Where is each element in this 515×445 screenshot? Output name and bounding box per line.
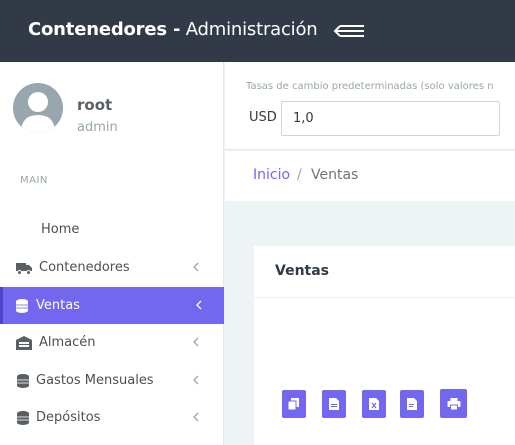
sidebar-item-label: Gastos Mensuales (36, 373, 154, 388)
user-role: admin (77, 120, 118, 135)
chevron-left-icon (190, 410, 202, 424)
ventas-card: Ventas (254, 246, 515, 445)
user-name[interactable]: root (77, 96, 112, 114)
sidebar-item-contenedores[interactable]: Contenedores (0, 249, 224, 286)
user-avatar-icon[interactable] (13, 83, 63, 133)
sidebar-item-home[interactable]: Home (0, 211, 224, 248)
breadcrumb-current: Ventas (311, 167, 359, 183)
chevron-left-icon (190, 335, 202, 349)
chevron-left-icon (190, 373, 202, 387)
app-title-bold: Contenedores - (28, 19, 181, 40)
sidebar-item-label: Ventas (36, 298, 80, 313)
card-title: Ventas (275, 263, 330, 279)
sidebar-item-depositos[interactable]: Depósitos (0, 399, 224, 436)
app-title: Contenedores - Administración (28, 19, 318, 40)
coins-icon (16, 373, 32, 389)
app-title-sub: Administración (185, 19, 318, 40)
sidebar-section-label: MAIN (20, 175, 48, 186)
exchange-rate-bar: Tasas de cambio predeterminadas (solo va… (225, 62, 515, 150)
csv-button[interactable] (322, 390, 346, 418)
copy-button[interactable] (282, 390, 306, 418)
coins-icon (15, 298, 31, 314)
truck-icon (16, 260, 32, 276)
sidebar-item-label: Almacén (39, 335, 96, 350)
breadcrumb: Inicio / Ventas (225, 151, 515, 201)
sidebar-item-ventas[interactable]: Ventas (0, 287, 224, 324)
breadcrumb-separator: / (297, 167, 302, 183)
chevron-left-icon (193, 298, 205, 312)
exchange-rate-caption: Tasas de cambio predeterminadas (solo va… (246, 81, 494, 92)
sidebar-item-label: Depósitos (36, 410, 101, 425)
sidebar-item-label: Home (41, 222, 80, 237)
coins-icon (16, 410, 32, 426)
sidebar-item-label: Contenedores (39, 260, 130, 275)
exchange-rate-input[interactable] (281, 101, 500, 136)
chevron-left-icon (190, 260, 202, 274)
menu-collapse-icon[interactable] (332, 22, 366, 40)
top-bar: Contenedores - Administración (0, 0, 515, 62)
pdf-button[interactable] (400, 390, 424, 418)
card-divider (254, 297, 515, 298)
excel-button[interactable] (362, 390, 386, 418)
print-button[interactable] (440, 389, 467, 418)
warehouse-icon (16, 335, 32, 351)
breadcrumb-home-link[interactable]: Inicio (253, 167, 290, 183)
sidebar-item-almacen[interactable]: Almacén (0, 324, 224, 361)
sidebar-item-gastos-mensuales[interactable]: Gastos Mensuales (0, 362, 224, 399)
sidebar: root admin MAIN Home Contenedores Ventas… (0, 62, 224, 445)
currency-label: USD (249, 110, 277, 125)
